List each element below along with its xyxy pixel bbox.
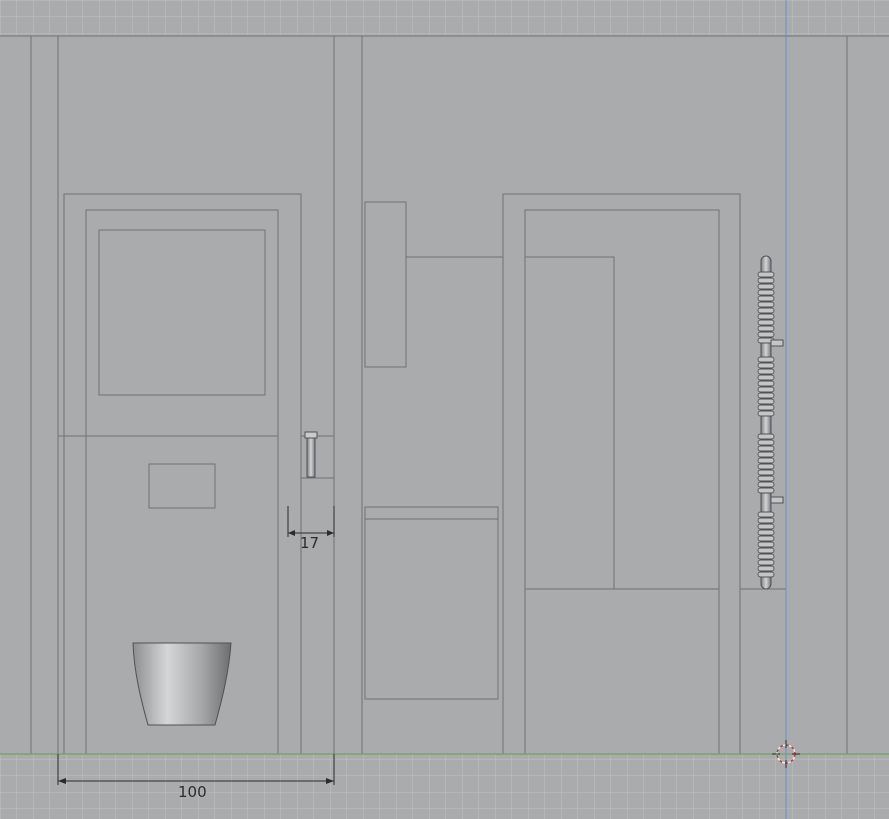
radiator-coil: [757, 439, 775, 446]
radiator-coil: [757, 547, 775, 554]
radiator-coil: [757, 398, 775, 405]
radiator-coil: [757, 451, 775, 458]
radiator-coil: [757, 445, 775, 452]
radiator-coil: [757, 392, 775, 399]
radiator-coil: [757, 404, 775, 411]
radiator-coil: [757, 410, 775, 417]
radiator-coil: [757, 374, 775, 381]
radiator-coil: [757, 331, 775, 338]
radiator-coil: [757, 541, 775, 548]
radiator-coil: [757, 433, 775, 440]
wall-hung-toilet[interactable]: [132, 642, 232, 726]
radiator-coil: [757, 362, 775, 369]
radiator-coil: [757, 356, 775, 363]
radiator-coil: [757, 313, 775, 320]
wall-tap[interactable]: [304, 431, 318, 478]
radiator-coil: [757, 295, 775, 302]
radiator-coil: [757, 325, 775, 332]
radiator-coil: [757, 277, 775, 284]
radiator-coil: [757, 529, 775, 536]
radiator-coil: [757, 380, 775, 387]
grid-top: [0, 0, 889, 36]
radiator-coil: [757, 481, 775, 488]
radiator-connector: [770, 496, 784, 504]
radiator-coil: [757, 283, 775, 290]
radiator-coil: [757, 559, 775, 566]
radiator-coil: [757, 457, 775, 464]
radiator-coil: [757, 511, 775, 518]
radiator-coil: [757, 565, 775, 572]
radiator-coil: [757, 469, 775, 476]
radiator-coil: [757, 319, 775, 326]
radiator-connector: [770, 339, 784, 347]
radiator-coil: [757, 523, 775, 530]
radiator-coil: [757, 517, 775, 524]
radiator-coil: [757, 553, 775, 560]
radiator-coil: [757, 571, 775, 578]
radiator-coil: [757, 535, 775, 542]
radiator-coil: [757, 301, 775, 308]
radiator-coil: [757, 463, 775, 470]
radiator-coil: [757, 386, 775, 393]
radiator-coil: [757, 307, 775, 314]
grid-bottom: [0, 754, 889, 819]
radiator-coil: [757, 368, 775, 375]
viewport-background: [0, 0, 889, 819]
radiator-coil: [757, 475, 775, 482]
radiator-coil: [757, 271, 775, 278]
dimension-label-100: 100: [178, 783, 207, 801]
cad-viewport[interactable]: 100 17: [0, 0, 889, 819]
dimension-label-17: 17: [300, 534, 320, 552]
radiator-coil: [757, 487, 775, 494]
radiator-coil: [757, 289, 775, 296]
